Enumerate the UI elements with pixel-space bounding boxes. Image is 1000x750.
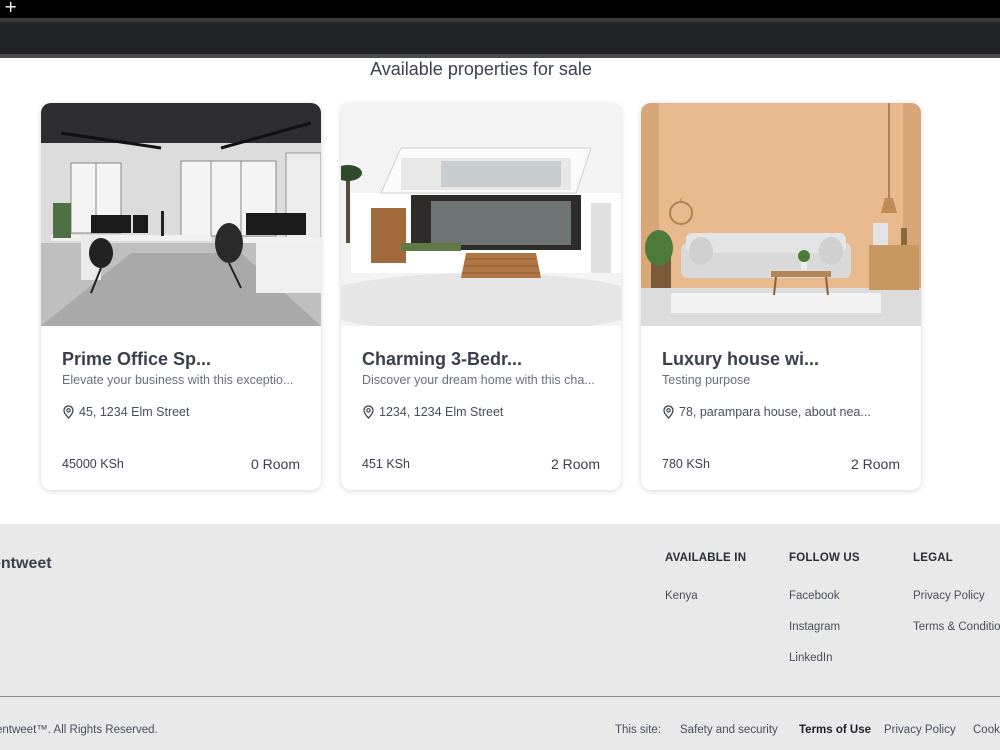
terms-conditions-link[interactable]: Terms & Conditio (913, 621, 1000, 633)
location-pin-icon (62, 405, 75, 419)
property-title[interactable]: Charming 3-Bedr... (362, 349, 522, 370)
property-description: Testing purpose (662, 373, 751, 387)
location-pin-icon (662, 405, 675, 419)
property-rooms: 2 Room (550, 456, 600, 472)
privacy-policy-bottom-link[interactable]: Privacy Policy (884, 724, 956, 736)
copyright-text: entweet™. All Rights Reserved. (0, 724, 158, 736)
property-description: Discover your dream home with this cha..… (362, 373, 595, 387)
cookies-link[interactable]: Cook (973, 724, 1000, 736)
section-title: Available properties for sale (370, 59, 592, 79)
property-location: 45, 1234 Elm Street (62, 405, 189, 419)
instagram-link[interactable]: Instagram (789, 621, 840, 633)
footer: entweet AVAILABLE IN Kenya FOLLOW US Fac… (0, 524, 1000, 750)
property-price: 45000 KSh (62, 457, 124, 471)
nav-divider (0, 54, 1000, 58)
location-text: 78, parampara house, about nea... (679, 405, 871, 419)
property-image-luxury[interactable] (641, 103, 921, 326)
follow-us-heading: FOLLOW US (789, 552, 860, 564)
location-pin-icon (362, 405, 375, 419)
property-rooms: 0 Room (250, 456, 300, 472)
property-rooms: 2 Room (850, 456, 900, 472)
footer-divider (0, 696, 1000, 697)
property-title[interactable]: Luxury house wi... (662, 349, 819, 370)
plus-icon[interactable]: + (4, 0, 17, 16)
property-title[interactable]: Prime Office Sp... (62, 349, 211, 370)
available-in-heading: AVAILABLE IN (665, 552, 747, 564)
safety-security-link[interactable]: Safety and security (680, 724, 778, 736)
browser-top-bar: + (0, 0, 1000, 18)
property-description: Elevate your business with this exceptio… (62, 373, 294, 387)
location-text: 45, 1234 Elm Street (79, 405, 190, 419)
terms-of-use-link[interactable]: Terms of Use (799, 724, 871, 736)
property-price: 451 KSh (362, 457, 410, 471)
property-price: 780 KSh (662, 457, 710, 471)
this-site-label: This site: (615, 724, 662, 736)
footer-brand[interactable]: entweet (0, 555, 52, 573)
property-card-office[interactable]: Prime Office Sp... Elevate your business… (41, 103, 321, 490)
property-image-house[interactable] (341, 103, 621, 326)
privacy-policy-link[interactable]: Privacy Policy (913, 590, 985, 602)
facebook-link[interactable]: Facebook (789, 590, 840, 602)
property-card-house[interactable]: Charming 3-Bedr... Discover your dream h… (341, 103, 621, 490)
property-image-office[interactable] (41, 103, 321, 326)
property-location: 78, parampara house, about nea... (662, 405, 871, 419)
available-in-kenya[interactable]: Kenya (665, 590, 698, 602)
legal-heading: LEGAL (913, 552, 953, 564)
linkedin-link[interactable]: LinkedIn (789, 652, 832, 664)
location-text: 1234, 1234 Elm Street (379, 405, 504, 419)
property-location: 1234, 1234 Elm Street (362, 405, 503, 419)
property-card-luxury[interactable]: Luxury house wi... Testing purpose 78, p… (641, 103, 921, 490)
navigation-bar (0, 22, 1000, 54)
